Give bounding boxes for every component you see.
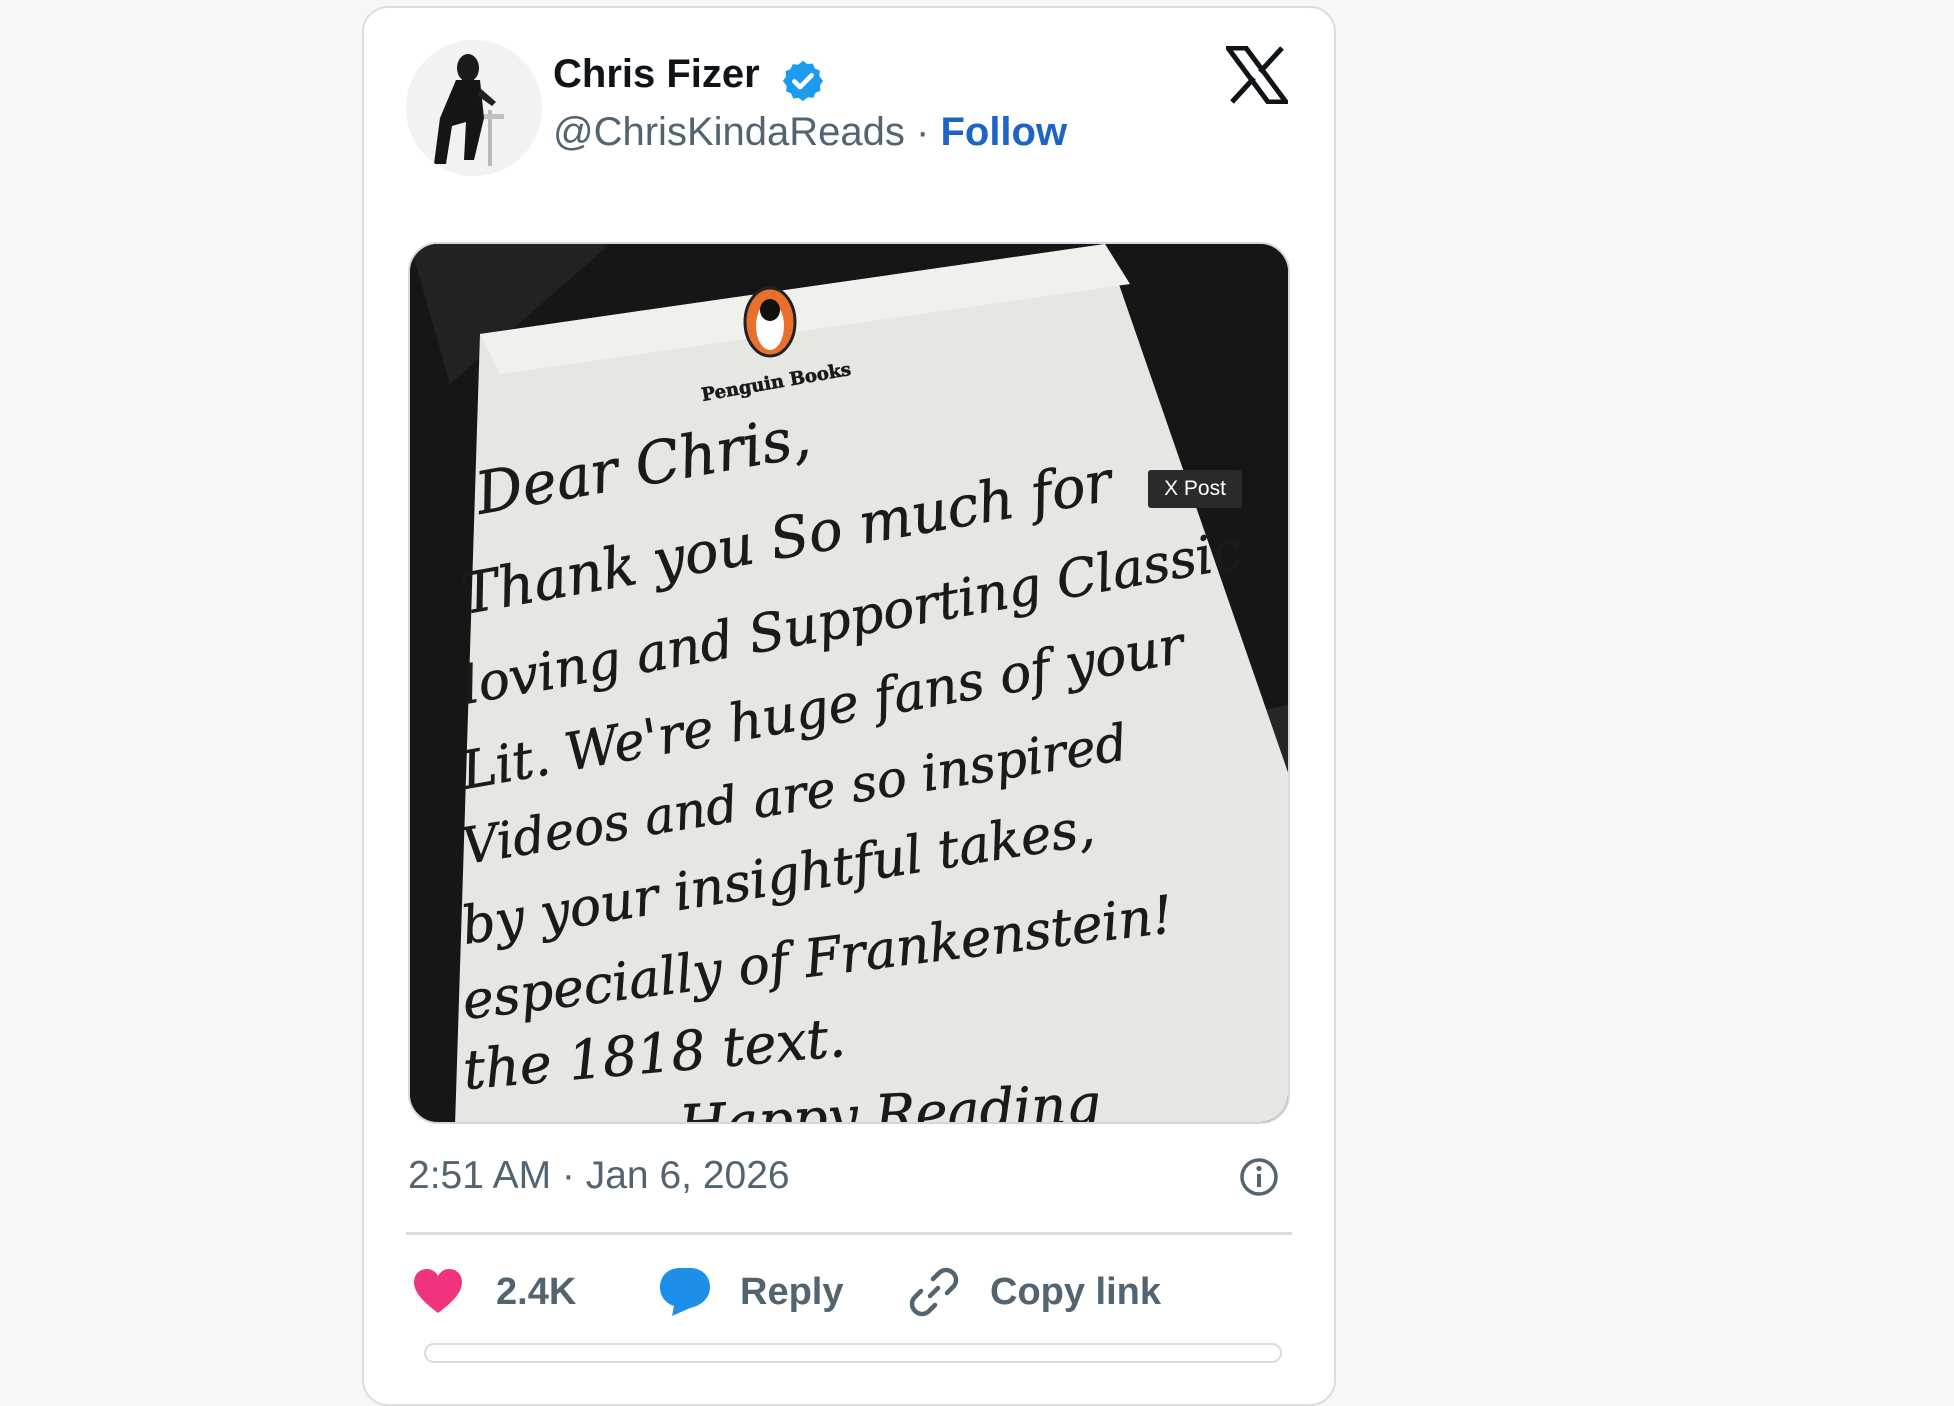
post-photo[interactable]: Penguin Books Dear Chris, Thank you So m… <box>408 242 1290 1124</box>
reply-button[interactable]: Reply <box>658 1262 843 1322</box>
read-replies-button[interactable] <box>424 1343 1282 1363</box>
post-timestamp[interactable]: 2:51 AM · Jan 6, 2026 <box>408 1154 790 1198</box>
follow-button[interactable]: Follow <box>940 110 1067 154</box>
author-name[interactable]: Chris Fizer <box>553 52 760 97</box>
like-button[interactable]: 2.4K <box>412 1262 576 1322</box>
like-count: 2.4K <box>496 1270 577 1313</box>
divider <box>406 1232 1292 1235</box>
reply-bubble-icon <box>660 1268 710 1316</box>
link-icon <box>909 1267 959 1317</box>
handle-separator: · <box>916 110 930 154</box>
x-logo-icon[interactable] <box>1226 46 1288 104</box>
x-post-badge: X Post <box>1148 470 1242 508</box>
copy-link-button[interactable]: Copy link <box>908 1262 1161 1322</box>
author-handle[interactable]: @ChrisKindaReads <box>553 110 905 154</box>
reply-label: Reply <box>740 1270 844 1313</box>
avatar[interactable] <box>406 40 542 176</box>
copy-link-label: Copy link <box>990 1270 1162 1313</box>
info-icon[interactable] <box>1238 1156 1280 1198</box>
verified-badge-icon <box>782 60 824 102</box>
handle-row: @ChrisKindaReads · Follow <box>553 110 1067 155</box>
heart-icon <box>414 1269 462 1313</box>
